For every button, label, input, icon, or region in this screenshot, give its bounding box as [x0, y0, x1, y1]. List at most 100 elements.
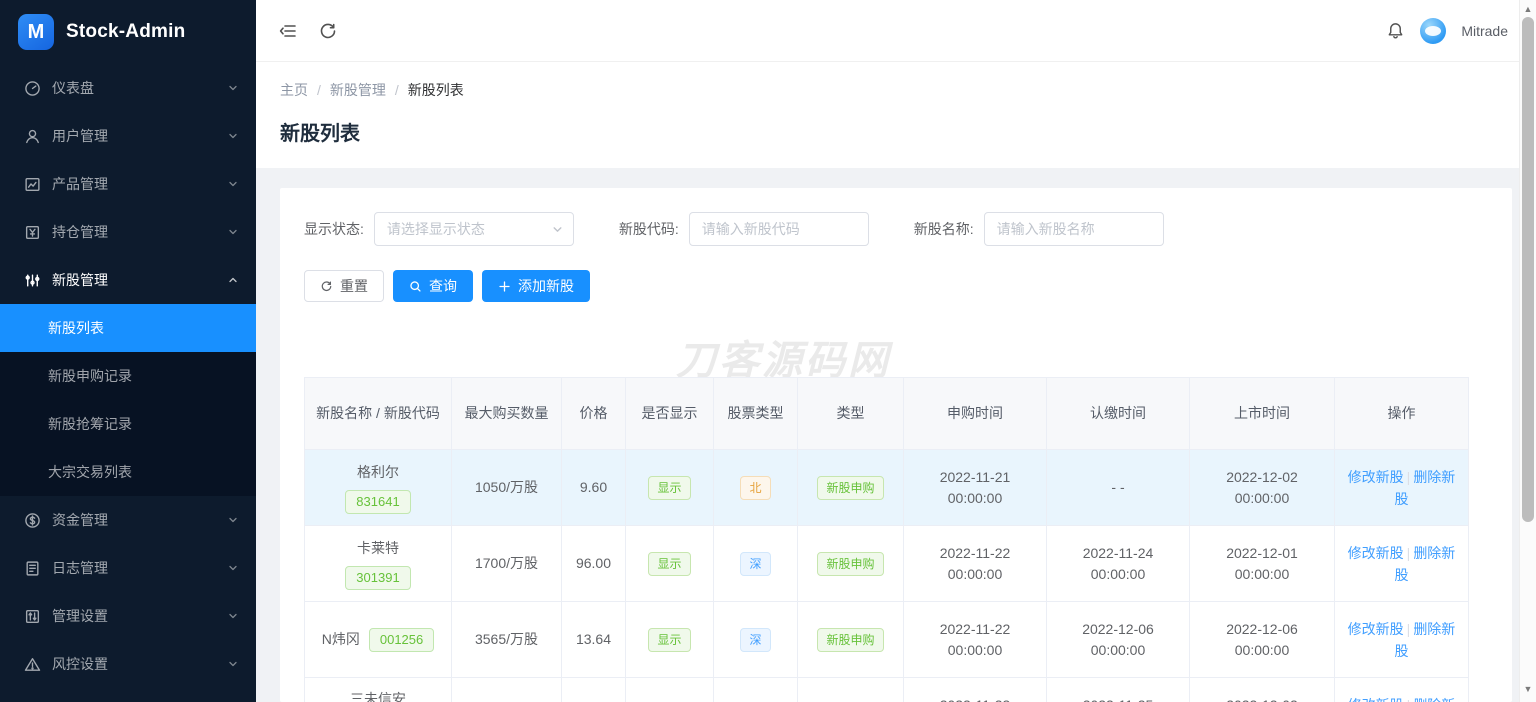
- sidebar-subitem-block-trade-list[interactable]: 大宗交易列表: [0, 448, 256, 496]
- dollar-circle-icon: [24, 512, 41, 529]
- type-badge: 新股申购: [817, 475, 884, 500]
- max-buy-cell: 1050/万股: [451, 449, 562, 526]
- table-row: N炜冈 001256 3565/万股 13.64 显示 深 新股申购 2022-…: [304, 601, 1469, 678]
- actions-cell: 修改新股|删除新股: [1348, 618, 1456, 662]
- sidebar-subitem-label: 新股抢筹记录: [48, 416, 132, 432]
- pay-time-cell: 2022-12-06 00:00:00: [1046, 601, 1190, 678]
- pay-time-cell: - -: [1046, 449, 1190, 526]
- sidebar-item-risk-settings[interactable]: 风控设置: [0, 640, 256, 688]
- table-row: 格利尔 831641 1050/万股 9.60 显示 北 新股申购 2022-1…: [304, 449, 1469, 526]
- apply-time-cell: 2022-11-2300:00:00: [903, 677, 1047, 702]
- actions-cell: 修改新股|删除新股: [1348, 694, 1456, 702]
- stock-code-badge: 301391: [345, 565, 411, 590]
- code-input[interactable]: [688, 212, 869, 246]
- scrollbar-up-arrow[interactable]: ▲: [1520, 2, 1536, 16]
- col-list-time: 上市时间: [1189, 377, 1335, 450]
- chevron-down-icon: [228, 563, 238, 573]
- visible-badge: 显示: [648, 627, 691, 652]
- max-buy-cell: 3565/万股: [451, 601, 562, 678]
- page-header: 主页 / 新股管理 / 新股列表 新股列表: [256, 62, 1536, 168]
- edit-stock-link[interactable]: 修改新股: [1348, 621, 1404, 637]
- sidebar-item-dashboard[interactable]: 仪表盘: [0, 64, 256, 112]
- edit-stock-link[interactable]: 修改新股: [1348, 469, 1404, 485]
- page-scrollbar[interactable]: ▲ ▼: [1519, 0, 1536, 702]
- app-logo: M Stock-Admin: [0, 0, 256, 64]
- notification-bell-icon[interactable]: [1386, 21, 1405, 40]
- breadcrumb: 主页 / 新股管理 / 新股列表: [280, 80, 1512, 100]
- sidebar-item-admin-settings[interactable]: 管理设置: [0, 592, 256, 640]
- status-select[interactable]: 请选择显示状态: [373, 212, 574, 246]
- reset-button[interactable]: 重置: [304, 270, 384, 302]
- apply-time-cell: 2022-11-22 00:00:00: [903, 525, 1047, 602]
- sidebar-subitem-new-stock-list[interactable]: 新股列表: [0, 304, 256, 352]
- table-row: 卡莱特 301391 1700/万股 96.00 显示 深 新股申购 2022-…: [304, 525, 1469, 602]
- filter-bar: 显示状态: 请选择显示状态 新股代码: 新股名称:: [304, 212, 1488, 246]
- col-apply-time: 申购时间: [903, 377, 1047, 450]
- chevron-down-icon: [228, 659, 238, 669]
- type-badge: 新股申购: [817, 627, 884, 652]
- add-button-label: 添加新股: [518, 278, 574, 294]
- sidebar-collapse-icon[interactable]: [278, 21, 298, 41]
- scrollbar-thumb[interactable]: [1522, 17, 1534, 522]
- edit-stock-link[interactable]: 修改新股: [1348, 697, 1404, 702]
- sidebar-item-label: 用户管理: [52, 128, 108, 144]
- sidebar-subitem-label: 大宗交易列表: [48, 464, 132, 480]
- search-button-label: 查询: [429, 278, 457, 294]
- breadcrumb-new-stock[interactable]: 新股管理: [330, 80, 386, 100]
- col-price: 价格: [561, 377, 626, 450]
- sidebar-item-label: 风控设置: [52, 656, 108, 672]
- breadcrumb-home[interactable]: 主页: [280, 80, 308, 100]
- status-filter-label: 显示状态:: [304, 221, 364, 237]
- name-input[interactable]: [983, 212, 1164, 246]
- apply-time-cell: 2022-11-21 00:00:00: [903, 449, 1047, 526]
- toolbar: 重置 查询 添加新股: [304, 270, 1488, 302]
- app-title: Stock-Admin: [66, 21, 186, 42]
- col-stock-type: 股票类型: [713, 377, 798, 450]
- topbar: Mitrade: [256, 0, 1536, 62]
- content-area: 显示状态: 请选择显示状态 新股代码: 新股名称:: [256, 168, 1536, 702]
- sidebar-item-new-stock[interactable]: 新股管理: [0, 256, 256, 304]
- refresh-icon[interactable]: [318, 21, 338, 41]
- sidebar-item-positions[interactable]: 持仓管理: [0, 208, 256, 256]
- document-icon: [24, 560, 41, 577]
- chevron-down-icon: [552, 224, 563, 235]
- search-button[interactable]: 查询: [393, 270, 473, 302]
- price-cell: 13.64: [561, 601, 626, 678]
- visible-badge: 显示: [648, 551, 691, 576]
- sidebar-subitem-subscription-records[interactable]: 新股申购记录: [0, 352, 256, 400]
- edit-stock-link[interactable]: 修改新股: [1348, 545, 1404, 561]
- col-name-code: 新股名称 / 新股代码: [304, 377, 452, 450]
- list-time-cell: 2022-12-01 00:00:00: [1189, 525, 1335, 602]
- add-new-stock-button[interactable]: 添加新股: [482, 270, 590, 302]
- list-time-cell: 2022-12-0200:00:00: [1189, 677, 1335, 702]
- scrollbar-down-arrow[interactable]: ▼: [1520, 682, 1536, 696]
- chevron-down-icon: [228, 515, 238, 525]
- status-select-placeholder: 请选择显示状态: [386, 221, 485, 237]
- app-logo-icon: M: [18, 14, 54, 50]
- candlestick-icon: [24, 272, 41, 289]
- page-title: 新股列表: [280, 123, 360, 145]
- sidebar-item-logs[interactable]: 日志管理: [0, 544, 256, 592]
- col-visible: 是否显示: [625, 377, 714, 450]
- new-stock-submenu: 新股列表 新股申购记录 新股抢筹记录 大宗交易列表: [0, 304, 256, 496]
- stock-code-badge: 001256: [368, 627, 435, 652]
- price-cell: 96.00: [561, 525, 626, 602]
- pay-time-cell: 2022-11-24 00:00:00: [1046, 525, 1190, 602]
- user-avatar[interactable]: [1420, 17, 1447, 44]
- table-header-row: 新股名称 / 新股代码 最大购买数量 价格 是否显示 股票类型 类型 申购时间 …: [304, 377, 1469, 450]
- stock-code-badge: 831641: [345, 489, 411, 514]
- sidebar-item-label: 管理设置: [52, 608, 108, 624]
- actions-cell: 修改新股|删除新股: [1348, 466, 1456, 510]
- sidebar-item-label: 资金管理: [52, 512, 108, 528]
- chevron-up-icon: [228, 275, 238, 285]
- sidebar-item-products[interactable]: 产品管理: [0, 160, 256, 208]
- sidebar-item-funds[interactable]: 资金管理: [0, 496, 256, 544]
- chevron-down-icon: [228, 179, 238, 189]
- sidebar-subitem-grab-records[interactable]: 新股抢筹记录: [0, 400, 256, 448]
- list-time-cell: 2022-12-0200:00:00: [1189, 449, 1335, 526]
- gauge-icon: [24, 80, 41, 97]
- reset-icon: [320, 280, 333, 293]
- sidebar-item-label: 新股管理: [52, 272, 108, 288]
- sidebar-item-users[interactable]: 用户管理: [0, 112, 256, 160]
- breadcrumb-current: 新股列表: [407, 82, 464, 98]
